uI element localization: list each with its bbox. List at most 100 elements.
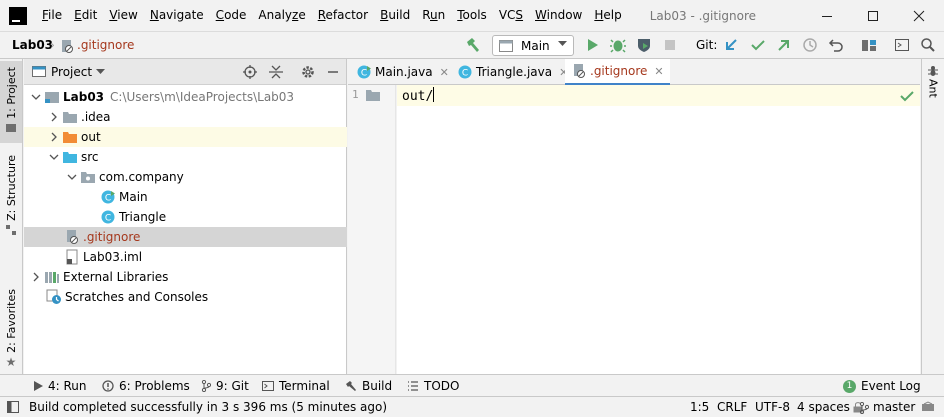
- tree-item-lab03-iml[interactable]: Lab03.iml: [24, 247, 347, 267]
- file-encoding[interactable]: UTF-8: [755, 397, 790, 417]
- tool-tab-problems[interactable]: 6: Problems: [102, 375, 190, 397]
- menu-window[interactable]: Window: [529, 0, 588, 31]
- tool-tab-todo[interactable]: TODO: [407, 375, 459, 397]
- tab-label: Main.java: [375, 65, 433, 79]
- tab-main-java[interactable]: C Main.java ✕: [350, 59, 455, 85]
- menu-run[interactable]: Run: [416, 0, 451, 31]
- tool-tab-project[interactable]: 1: Project: [0, 61, 22, 143]
- indent-setting[interactable]: 4 spaces: [797, 397, 850, 417]
- close-icon[interactable]: ✕: [654, 65, 663, 78]
- project-structure-button[interactable]: [860, 36, 878, 54]
- breadcrumb-file[interactable]: .gitignore: [77, 32, 134, 58]
- ignore-file-icon: [571, 63, 587, 79]
- build-hammer-button[interactable]: [464, 36, 482, 54]
- tool-tab-ant[interactable]: Ant: [922, 65, 944, 105]
- chevron-down-icon[interactable]: [46, 149, 62, 165]
- menu-analyze[interactable]: Analyze: [252, 0, 311, 31]
- close-window-button[interactable]: [896, 0, 942, 31]
- breadcrumb-project[interactable]: Lab03: [12, 32, 53, 58]
- menu-file[interactable]: File: [36, 0, 68, 31]
- check-icon: [751, 40, 765, 51]
- line-separator[interactable]: CRLF: [717, 397, 747, 417]
- tool-tab-run[interactable]: 4: Run: [33, 375, 87, 397]
- clock-icon: [803, 38, 817, 52]
- status-message[interactable]: Build completed successfully in 3 s 396 …: [29, 397, 387, 417]
- tree-item-scratches[interactable]: Scratches and Consoles: [24, 287, 347, 307]
- locate-file-icon[interactable]: [242, 64, 258, 80]
- application-icon: [499, 39, 513, 52]
- menu-tools[interactable]: Tools: [451, 0, 493, 31]
- gear-icon[interactable]: [300, 64, 316, 80]
- menu-code[interactable]: Code: [210, 0, 253, 31]
- collapse-all-icon[interactable]: [268, 64, 284, 80]
- hide-panel-icon[interactable]: [325, 64, 341, 80]
- git-update-button[interactable]: [722, 36, 740, 54]
- tool-tab-event-log[interactable]: 1 Event Log: [843, 375, 921, 397]
- run-button[interactable]: [583, 36, 601, 54]
- rollback-button[interactable]: [827, 36, 845, 54]
- chevron-down-icon: [558, 39, 567, 48]
- chevron-down-icon[interactable]: [64, 169, 80, 185]
- tool-tab-terminal[interactable]: Terminal: [262, 375, 330, 397]
- git-push-button[interactable]: [775, 36, 793, 54]
- tree-item-label: Triangle: [119, 210, 167, 224]
- tree-item-triangle[interactable]: C Triangle: [24, 207, 347, 227]
- git-branch-widget[interactable]: master: [873, 397, 915, 417]
- debug-button[interactable]: [609, 36, 627, 54]
- maximize-button[interactable]: [850, 0, 896, 31]
- tree-item-main[interactable]: C Main: [24, 187, 347, 207]
- project-tool-window: Project Lab03 C:\Users\m\IdeaProjects\La…: [24, 59, 347, 374]
- tree-item-external-libraries[interactable]: External Libraries: [24, 267, 347, 287]
- tree-item-com-company[interactable]: com.company: [24, 167, 347, 187]
- tree-item-out[interactable]: out: [24, 127, 347, 147]
- current-line-highlight: out/: [397, 85, 920, 106]
- chevron-down-icon[interactable]: [28, 89, 44, 105]
- svg-text:C: C: [105, 214, 111, 224]
- close-icon[interactable]: ✕: [440, 66, 449, 79]
- menu-vcs[interactable]: VCS: [493, 0, 529, 31]
- run-configuration-selector[interactable]: Main: [492, 35, 574, 56]
- chevron-right-icon[interactable]: [28, 269, 44, 285]
- tree-item-idea[interactable]: .idea: [24, 107, 347, 127]
- menu-view[interactable]: View: [103, 0, 143, 31]
- ignore-file-icon: [60, 37, 74, 55]
- panel-toggle-icon[interactable]: [7, 401, 19, 413]
- stop-button[interactable]: [661, 36, 679, 54]
- right-tool-stripe: Ant: [921, 59, 944, 374]
- git-history-button[interactable]: [801, 36, 819, 54]
- tool-tab-ant-label: Ant: [926, 79, 940, 98]
- chevron-down-icon[interactable]: [96, 68, 105, 77]
- tab-gitignore[interactable]: .gitignore ✕: [565, 59, 670, 86]
- tree-item-src[interactable]: src: [24, 147, 347, 167]
- presentation-mode-button[interactable]: [893, 36, 911, 54]
- tool-tab-git[interactable]: 9: Git: [201, 375, 249, 397]
- menu-navigate[interactable]: Navigate: [144, 0, 210, 31]
- run-with-coverage-button[interactable]: [635, 36, 653, 54]
- tree-item-gitignore[interactable]: .gitignore: [24, 227, 347, 247]
- menu-refactor[interactable]: Refactor: [312, 0, 374, 31]
- star-icon: ★: [5, 354, 17, 369]
- menu-build[interactable]: Build: [374, 0, 416, 31]
- menu-edit[interactable]: Edit: [68, 0, 103, 31]
- todo-list-icon: [407, 380, 419, 392]
- caret-position[interactable]: 1:5: [690, 397, 709, 417]
- git-commit-button[interactable]: [749, 36, 767, 54]
- tab-triangle-java[interactable]: C Triangle.java ✕: [451, 59, 574, 85]
- breadcrumb-separator: ›: [50, 38, 55, 52]
- minimize-button[interactable]: [804, 0, 850, 31]
- tree-item-label: out: [81, 130, 101, 144]
- search-everywhere-button[interactable]: [919, 36, 937, 54]
- tree-item-lab03[interactable]: Lab03 C:\Users\m\IdeaProjects\Lab03: [24, 87, 347, 107]
- notifications-icon[interactable]: [921, 401, 935, 417]
- project-view-selector[interactable]: Project: [51, 59, 92, 85]
- chevron-right-icon[interactable]: [46, 129, 62, 145]
- tool-tab-favorites[interactable]: 2: Favorites ★: [0, 283, 22, 369]
- tree-item-label: .gitignore: [83, 230, 141, 244]
- menu-help[interactable]: Help: [588, 0, 627, 31]
- tool-tab-structure[interactable]: Z: Structure: [0, 149, 22, 235]
- code-editor[interactable]: out/: [397, 85, 920, 374]
- maximize-icon: [868, 10, 878, 21]
- inspection-ok-check-icon[interactable]: [900, 90, 914, 102]
- chevron-right-icon[interactable]: [46, 109, 62, 125]
- tool-tab-build[interactable]: Build: [345, 375, 392, 397]
